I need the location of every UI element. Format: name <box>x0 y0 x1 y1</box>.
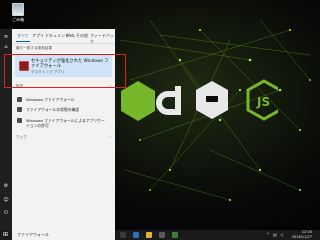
web-heading: ウェブ <box>16 135 27 139</box>
taskbar-clock[interactable]: 12:00 2016/11/27 <box>292 230 312 239</box>
tab-web[interactable]: Web <box>66 33 75 38</box>
start-menu: ≡ ⌂ ⚙ ☺ ⏻ すべて アプリ ドキュメント Web その他 フィードバック… <box>0 29 126 230</box>
firewall-settings-icon <box>17 97 22 102</box>
store-icon[interactable] <box>159 232 165 238</box>
taskbar-search-input[interactable]: ファイアウォール <box>12 230 115 240</box>
clock-date: 2016/11/27 <box>291 234 312 239</box>
search-tabs: すべて アプリ ドキュメント Web その他 フィードバック <box>12 29 115 44</box>
best-match-heading: 最も一致する検索結果 <box>16 46 52 50</box>
highlight-annotation <box>4 54 126 88</box>
firewall-settings-icon <box>17 118 22 123</box>
chevron-up-icon[interactable]: ^ <box>266 232 270 237</box>
settings-item-label: ファイアウォールの状態の確認 <box>26 107 80 112</box>
settings-item[interactable]: ファイアウォールの状態の確認 <box>16 106 113 114</box>
power-icon[interactable]: ⏻ <box>3 210 9 216</box>
taskbar: ⊞ ファイアウォール ^ ▤ ◁ 12:00 2016/11/27 <box>0 230 320 240</box>
settings-item-label: Windows ファイアウォール <box>26 97 75 102</box>
volume-icon[interactable]: ◁ <box>280 232 284 237</box>
settings-item[interactable]: Windows ファイアウォールによるアプリケーションの許可 <box>16 117 113 129</box>
trash-icon <box>12 3 24 16</box>
hamburger-icon[interactable]: ≡ <box>3 34 9 40</box>
firewall-settings-icon <box>17 107 22 112</box>
network-icon[interactable]: ▤ <box>273 232 277 237</box>
windows-start-icon[interactable]: ⊞ <box>3 232 9 238</box>
tab-more[interactable]: その他 <box>76 33 88 39</box>
tab-underline <box>16 41 30 42</box>
settings-gear-icon[interactable]: ⚙ <box>3 183 9 189</box>
file-explorer-icon[interactable] <box>146 232 152 238</box>
edge-icon[interactable] <box>133 232 139 238</box>
chevron-right-icon: › <box>109 134 111 139</box>
nodejs-logo: JS <box>121 79 278 121</box>
user-icon[interactable]: ☺ <box>3 197 9 203</box>
tab-feedback[interactable]: フィードバック <box>90 33 115 45</box>
task-view-icon[interactable] <box>120 232 126 238</box>
tab-apps[interactable]: アプリ <box>32 33 44 39</box>
recycle-bin-icon[interactable]: ごみ箱 <box>7 3 29 23</box>
home-icon[interactable]: ⌂ <box>3 44 9 50</box>
app-icon[interactable] <box>172 232 178 238</box>
recycle-bin-label: ごみ箱 <box>12 17 24 22</box>
settings-item[interactable]: Windows ファイアウォール <box>16 96 113 104</box>
svg-text:JS: JS <box>256 95 270 109</box>
tab-all[interactable]: すべて <box>17 33 29 39</box>
settings-item-label: Windows ファイアウォールによるアプリケーションの許可 <box>26 118 105 128</box>
